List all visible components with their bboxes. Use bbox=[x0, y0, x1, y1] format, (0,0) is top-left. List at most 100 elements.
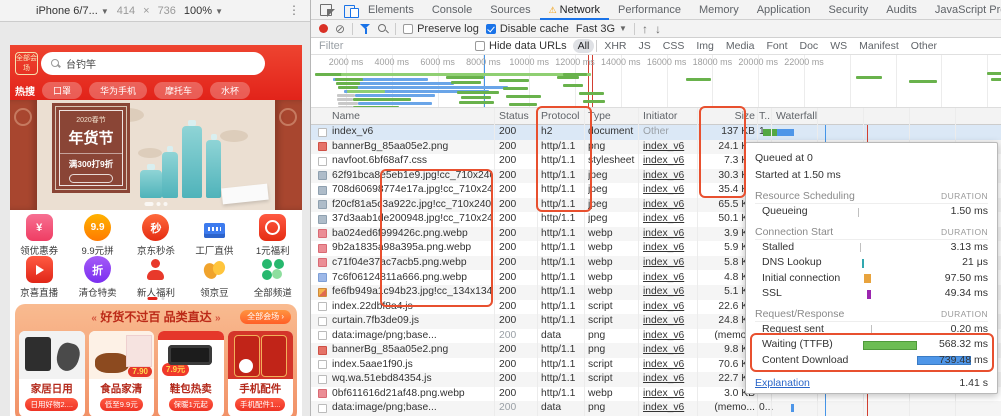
explanation-link[interactable]: Explanation bbox=[755, 372, 810, 393]
quick-link-channels[interactable]: 全部频道 bbox=[247, 256, 299, 299]
image-thumbnail-icon bbox=[318, 346, 327, 355]
category-card[interactable]: 家居日用日用好物2.... bbox=[19, 331, 85, 416]
channel-badge[interactable]: 全部会场 bbox=[15, 52, 38, 75]
network-request-row[interactable]: index_v6200h2documentOther137 KB1... bbox=[311, 125, 1001, 140]
request-initiator[interactable]: index_v6 bbox=[643, 154, 699, 169]
toggle-device-toolbar-icon[interactable] bbox=[343, 3, 359, 17]
request-initiator[interactable]: index_v6 bbox=[643, 183, 699, 198]
clear-button[interactable]: ⊘ bbox=[335, 23, 345, 35]
category-card[interactable]: 7.90食品家清低至9.9元 bbox=[89, 331, 155, 416]
quick-link-packet[interactable]: 1元福利 bbox=[247, 214, 299, 257]
record-button[interactable] bbox=[319, 24, 328, 33]
tab-security[interactable]: Security bbox=[820, 0, 878, 20]
export-har-icon[interactable]: ↓ bbox=[655, 23, 661, 35]
tab-elements[interactable]: Elements bbox=[359, 0, 423, 20]
hot-search-tag[interactable]: 华为手机 bbox=[89, 82, 147, 99]
request-initiator[interactable]: index_v6 bbox=[643, 401, 699, 416]
tab-sources[interactable]: Sources bbox=[481, 0, 539, 20]
request-initiator[interactable]: index_v6 bbox=[643, 300, 699, 315]
request-initiator[interactable]: index_v6 bbox=[643, 372, 699, 387]
column-waterfall[interactable]: Waterfall bbox=[776, 108, 817, 125]
timeline-tick-label: 14000 ms bbox=[601, 57, 641, 67]
inspect-element-icon[interactable] bbox=[319, 3, 335, 17]
network-request-row[interactable]: data:image/png;base...200datapngindex_v6… bbox=[311, 401, 1001, 416]
quick-link-circle99[interactable]: 9.99.9元拼 bbox=[72, 214, 124, 257]
tab-javascript-profiler[interactable]: JavaScript Profiler bbox=[926, 0, 1001, 20]
request-initiator[interactable]: index_v6 bbox=[643, 271, 699, 286]
tab-audits[interactable]: Audits bbox=[877, 0, 926, 20]
tab-console[interactable]: Console bbox=[423, 0, 481, 20]
filter-input[interactable] bbox=[319, 40, 469, 52]
category-card-image bbox=[19, 331, 85, 379]
filter-pill-other[interactable]: Other bbox=[906, 39, 942, 53]
quick-link-zhe[interactable]: 折清仓特卖 bbox=[72, 256, 124, 299]
column-name[interactable]: Name bbox=[332, 108, 492, 125]
zoom-select[interactable]: 100% ▼ bbox=[184, 5, 223, 17]
timing-section-header: Request/ResponseDURATION bbox=[755, 302, 988, 322]
request-initiator[interactable]: index_v6 bbox=[643, 343, 699, 358]
category-card[interactable]: 手机配件手机配件1... bbox=[228, 331, 294, 416]
quick-link-live[interactable]: 京喜直播 bbox=[13, 256, 65, 299]
request-initiator[interactable]: index_v6 bbox=[643, 329, 699, 344]
hot-search-tag[interactable]: 口罩 bbox=[42, 82, 82, 99]
request-name: 37d3aab1de200948.jpg!cc_710x240.dpg bbox=[332, 212, 492, 227]
filter-icon[interactable] bbox=[360, 24, 371, 34]
request-status: 200 bbox=[499, 372, 537, 387]
device-toolbar-menu-icon[interactable]: ⋮ bbox=[288, 3, 300, 17]
search-input[interactable]: 台钓竿 bbox=[41, 52, 265, 75]
network-overview-timeline[interactable]: 2000 ms4000 ms6000 ms8000 ms10000 ms1200… bbox=[311, 55, 1001, 108]
waterfall-waiting-bar bbox=[763, 129, 777, 136]
filter-pill-font[interactable]: Font bbox=[761, 39, 792, 53]
disable-cache-checkbox[interactable]: Disable cache bbox=[486, 23, 569, 35]
column-initiator[interactable]: Initiator bbox=[643, 108, 699, 125]
hot-label: 热搜 bbox=[15, 83, 35, 98]
hot-search-tag[interactable]: 摩托车 bbox=[154, 82, 203, 99]
column-type[interactable]: Type bbox=[588, 108, 640, 125]
preserve-log-checkbox[interactable]: Preserve log bbox=[403, 23, 479, 35]
quick-link-miao[interactable]: 秒京东秒杀 bbox=[130, 214, 182, 257]
quick-link-coupon[interactable]: ¥领优惠券 bbox=[13, 214, 65, 257]
quick-link-factory[interactable]: 工厂直供 bbox=[188, 214, 240, 257]
filter-pill-all[interactable]: All bbox=[573, 39, 595, 53]
device-select[interactable]: iPhone 6/7... ▼ bbox=[36, 5, 109, 17]
filter-pill-media[interactable]: Media bbox=[721, 39, 760, 53]
request-initiator[interactable]: index_v6 bbox=[643, 227, 699, 242]
column-status[interactable]: Status bbox=[499, 108, 537, 125]
filter-pill-js[interactable]: JS bbox=[634, 39, 656, 53]
request-initiator[interactable]: index_v6 bbox=[643, 256, 699, 271]
import-har-icon[interactable]: ↑ bbox=[642, 23, 648, 35]
filter-pill-doc[interactable]: Doc bbox=[795, 39, 824, 53]
filter-pill-xhr[interactable]: XHR bbox=[599, 39, 631, 53]
hot-search-tag[interactable]: 水杯 bbox=[210, 82, 250, 99]
request-initiator[interactable]: index_v6 bbox=[643, 140, 699, 155]
request-initiator[interactable]: index_v6 bbox=[643, 285, 699, 300]
promo-banner-carousel[interactable]: 2020春节 年货节 满300打9折 bbox=[10, 100, 302, 210]
request-initiator[interactable]: index_v6 bbox=[643, 387, 699, 402]
request-initiator[interactable]: index_v6 bbox=[643, 314, 699, 329]
filter-pill-ws[interactable]: WS bbox=[825, 39, 852, 53]
column-protocol[interactable]: Protocol bbox=[541, 108, 586, 125]
request-initiator[interactable]: index_v6 bbox=[643, 241, 699, 256]
category-card[interactable]: 7.9元鞋包热卖保暖1元起 bbox=[158, 331, 224, 416]
filter-pill-css[interactable]: CSS bbox=[658, 39, 690, 53]
all-venues-button[interactable]: 全部会场 › bbox=[240, 310, 291, 324]
request-initiator[interactable]: index_v6 bbox=[643, 169, 699, 184]
quick-link-person[interactable]: 新人福利 bbox=[130, 256, 182, 299]
tab-memory[interactable]: Memory bbox=[690, 0, 748, 20]
tab-network[interactable]: ⚠Network bbox=[540, 0, 609, 20]
column-size[interactable]: Size bbox=[699, 108, 755, 125]
search-icon[interactable] bbox=[378, 24, 388, 34]
filter-pill-manifest[interactable]: Manifest bbox=[854, 39, 904, 53]
tab-performance[interactable]: Performance bbox=[609, 0, 690, 20]
hot-search-row: 热搜 口罩华为手机摩托车水杯 bbox=[15, 82, 299, 99]
filter-pill-img[interactable]: Img bbox=[691, 39, 719, 53]
viewport-width-field[interactable]: 414 bbox=[117, 5, 135, 17]
hide-data-urls-checkbox[interactable]: Hide data URLs bbox=[475, 40, 567, 52]
request-initiator[interactable]: index_v6 bbox=[643, 212, 699, 227]
viewport-height-field[interactable]: 736 bbox=[158, 5, 176, 17]
request-initiator[interactable]: index_v6 bbox=[643, 198, 699, 213]
tab-application[interactable]: Application bbox=[748, 0, 820, 20]
throttling-select[interactable]: Fast 3G ▼ bbox=[576, 23, 627, 35]
request-initiator[interactable]: index_v6 bbox=[643, 358, 699, 373]
quick-link-beans[interactable]: 领京豆 bbox=[188, 256, 240, 299]
